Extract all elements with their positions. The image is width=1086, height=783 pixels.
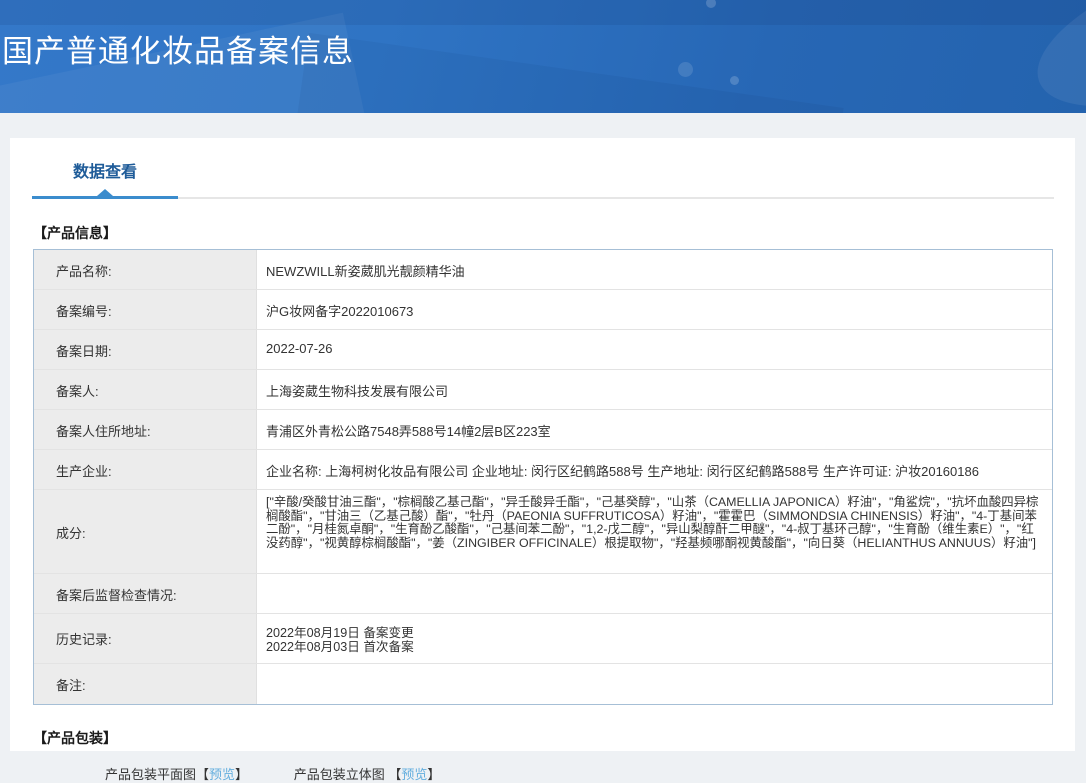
row-value: 沪G妆网备字2022010673 [257, 290, 1052, 329]
table-row-manufacturer: 生产企业: 企业名称: 上海柯树化妆品有限公司 企业地址: 闵行区纪鹤路588号… [34, 450, 1052, 490]
table-row-supervision: 备案后监督检查情况: [34, 574, 1052, 614]
page-title: 国产普通化妆品备案信息 [2, 26, 354, 71]
tab-bar-divider [178, 197, 1054, 199]
page-banner: 国产普通化妆品备案信息 [0, 0, 1086, 113]
row-label: 历史记录: [34, 614, 257, 663]
row-value: 上海姿葳生物科技发展有限公司 [257, 370, 1052, 409]
packaging-links-row: 产品包装平面图【预览】 产品包装立体图 【预览】 [105, 764, 1075, 783]
row-label: 备案编号: [34, 290, 257, 329]
content-panel: 数据查看 【产品信息】 产品名称: NEWZWILL新姿葳肌光靓颜精华油 备案编… [10, 138, 1075, 751]
table-row-registrant-address: 备案人住所地址: 青浦区外青松公路7548弄588号14幢2层B区223室 [34, 410, 1052, 450]
tab-data-view[interactable]: 数据查看 [32, 158, 178, 182]
tab-data-view-label: 数据查看 [73, 164, 137, 181]
row-label: 备案日期: [34, 330, 257, 369]
bracket: 【 [388, 767, 401, 782]
bracket: 】 [235, 767, 248, 782]
history-line: 2022年08月19日 备案变更 [266, 626, 1042, 640]
banner-decoration-dot [730, 76, 739, 85]
row-value: ["辛酸/癸酸甘油三酯"，"棕榈酸乙基己酯"，"异壬酸异壬酯"，"己基癸醇"，"… [257, 490, 1052, 573]
packaging-3d-preview-link[interactable]: 预览 [401, 767, 427, 782]
table-row-filing-number: 备案编号: 沪G妆网备字2022010673 [34, 290, 1052, 330]
product-info-table: 产品名称: NEWZWILL新姿葳肌光靓颜精华油 备案编号: 沪G妆网备字202… [33, 249, 1053, 705]
tab-active-underline [32, 196, 178, 199]
product-info-section-title: 【产品信息】 [33, 223, 1075, 243]
row-value: 2022年08月19日 备案变更 2022年08月03日 首次备案 [257, 614, 1052, 663]
row-value [257, 664, 1052, 704]
packaging-flat-label: 产品包装平面图 [105, 767, 196, 782]
tab-active-arrow-icon [97, 189, 113, 196]
table-row-remarks: 备注: [34, 664, 1052, 704]
row-label: 生产企业: [34, 450, 257, 489]
packaging-3d-item: 产品包装立体图 【预览】 [294, 764, 441, 783]
row-value [257, 574, 1052, 613]
table-row-filing-date: 备案日期: 2022-07-26 [34, 330, 1052, 370]
row-value: 青浦区外青松公路7548弄588号14幢2层B区223室 [257, 410, 1052, 449]
row-label: 备案人: [34, 370, 257, 409]
history-line: 2022年08月03日 首次备案 [266, 640, 1042, 654]
banner-top-strip [0, 0, 1086, 25]
row-value: 2022-07-26 [257, 330, 1052, 369]
packaging-section-title: 【产品包装】 [33, 728, 1075, 748]
row-label: 备案后监督检查情况: [34, 574, 257, 613]
packaging-flat-preview-link[interactable]: 预览 [209, 767, 235, 782]
row-label: 成分: [34, 490, 257, 573]
banner-decoration-dot [678, 62, 693, 77]
row-label: 产品名称: [34, 250, 257, 289]
tab-bar: 数据查看 [10, 138, 1075, 200]
banner-decoration-polygon [296, 33, 843, 113]
table-row-product-name: 产品名称: NEWZWILL新姿葳肌光靓颜精华油 [34, 250, 1052, 290]
table-row-ingredients: 成分: ["辛酸/癸酸甘油三酯"，"棕榈酸乙基己酯"，"异壬酸异壬酯"，"己基癸… [34, 490, 1052, 574]
row-label: 备注: [34, 664, 257, 704]
bracket: 】 [427, 767, 440, 782]
table-row-history: 历史记录: 2022年08月19日 备案变更 2022年08月03日 首次备案 [34, 614, 1052, 664]
bracket: 【 [196, 767, 209, 782]
packaging-flat-item: 产品包装平面图【预览】 [105, 764, 248, 783]
row-value: NEWZWILL新姿葳肌光靓颜精华油 [257, 250, 1052, 289]
packaging-3d-label: 产品包装立体图 [294, 767, 389, 782]
row-value: 企业名称: 上海柯树化妆品有限公司 企业地址: 闵行区纪鹤路588号 生产地址:… [257, 450, 1052, 489]
row-label: 备案人住所地址: [34, 410, 257, 449]
table-row-registrant: 备案人: 上海姿葳生物科技发展有限公司 [34, 370, 1052, 410]
